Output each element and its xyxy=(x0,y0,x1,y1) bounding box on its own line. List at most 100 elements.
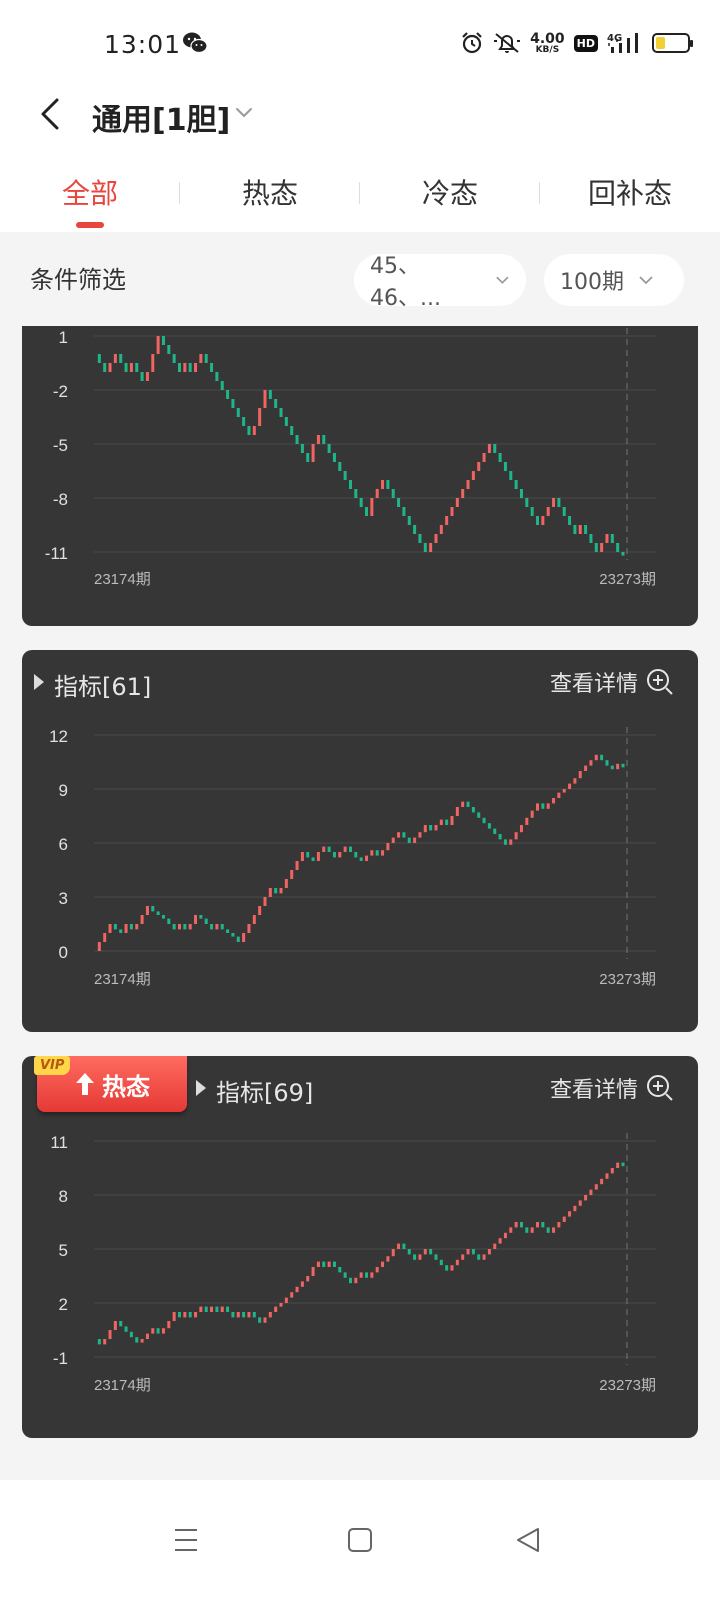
up-candle xyxy=(616,763,620,770)
up-candle xyxy=(135,924,139,930)
down-candle xyxy=(332,852,336,858)
up-candle xyxy=(541,516,545,525)
net-speed-value: 4.00 xyxy=(530,30,565,47)
down-candle xyxy=(338,1267,342,1273)
down-candle xyxy=(402,1243,406,1249)
up-candle xyxy=(536,803,540,811)
up-candle xyxy=(322,846,326,852)
chart-card: 指标[61] 查看详情 12 9 6 3 0 23174期 23273期 xyxy=(22,650,698,1032)
up-candle xyxy=(359,1272,363,1278)
up-candle xyxy=(236,1312,240,1318)
down-candle xyxy=(188,363,192,372)
up-candle xyxy=(455,807,459,816)
down-candle xyxy=(348,480,352,489)
tab-label: 回补态 xyxy=(587,177,672,210)
down-candle xyxy=(177,363,181,372)
up-candle xyxy=(568,1211,572,1217)
down-candle xyxy=(530,507,534,516)
tab-bar: 全部 热态 冷态 回补态 xyxy=(0,152,720,232)
x-end-label: 23273期 xyxy=(599,571,656,588)
up-candle xyxy=(370,498,374,516)
page-title[interactable]: 通用[1胆] xyxy=(92,95,230,139)
status-bar: 13:01 4.00 KB/S HD 4G xyxy=(0,0,720,86)
home-button[interactable] xyxy=(340,1520,380,1560)
down-candle xyxy=(397,498,401,507)
down-candle xyxy=(445,1265,449,1271)
back-button[interactable] xyxy=(30,94,70,134)
down-candle xyxy=(621,763,625,768)
down-candle xyxy=(161,915,165,919)
up-candle xyxy=(616,1162,620,1168)
down-candle xyxy=(525,1227,529,1233)
down-candle xyxy=(503,462,507,471)
down-candle xyxy=(407,837,411,843)
up-candle xyxy=(279,1303,283,1307)
y-tick-label: 5 xyxy=(59,1241,68,1260)
up-candle xyxy=(215,924,219,930)
down-candle xyxy=(172,924,176,930)
down-candle xyxy=(402,507,406,516)
up-candle xyxy=(103,1339,107,1345)
up-candle xyxy=(370,1272,374,1278)
up-candle xyxy=(605,534,609,543)
down-candle xyxy=(199,915,203,919)
period-dropdown[interactable]: 100期 xyxy=(544,254,684,306)
down-candle xyxy=(445,819,449,825)
tab-cold[interactable]: 冷态 xyxy=(360,152,540,232)
down-candle xyxy=(119,1321,123,1327)
x-end-label: 23273期 xyxy=(599,1377,656,1394)
up-candle xyxy=(557,1222,561,1228)
chevron-down-icon[interactable] xyxy=(234,106,254,120)
wechat-icon xyxy=(183,32,208,54)
up-candle xyxy=(413,837,417,843)
filter-label: 条件筛选 xyxy=(30,266,126,294)
up-candle xyxy=(311,444,315,462)
down-candle xyxy=(204,354,208,363)
down-candle xyxy=(557,498,561,507)
down-candle xyxy=(568,516,572,525)
system-back-button[interactable] xyxy=(508,1520,548,1560)
down-candle xyxy=(188,1312,192,1318)
up-candle xyxy=(381,1261,385,1267)
down-candle xyxy=(616,543,620,552)
down-candle xyxy=(322,1261,326,1267)
up-candle xyxy=(482,1254,486,1260)
down-candle xyxy=(589,534,593,543)
selection-dropdown[interactable]: 45、46、... xyxy=(354,254,526,311)
up-candle xyxy=(156,336,160,354)
down-candle xyxy=(386,480,390,489)
down-candle xyxy=(610,534,614,543)
down-candle xyxy=(242,417,246,426)
up-candle xyxy=(295,1286,299,1293)
up-candle xyxy=(258,408,262,426)
chevron-down-icon xyxy=(639,276,653,285)
up-candle xyxy=(183,363,187,372)
up-candle xyxy=(263,1317,267,1323)
down-candle xyxy=(226,929,230,933)
down-candle xyxy=(226,390,230,399)
up-candle xyxy=(210,1306,214,1312)
x-start-label: 23174期 xyxy=(94,1377,151,1394)
battery-icon xyxy=(652,33,693,53)
down-candle xyxy=(610,765,614,770)
up-candle xyxy=(573,778,577,784)
tab-rebound[interactable]: 回补态 xyxy=(540,152,720,232)
menu-button[interactable] xyxy=(166,1520,206,1560)
tab-all[interactable]: 全部 xyxy=(0,152,180,232)
up-candle xyxy=(471,471,475,480)
down-candle xyxy=(220,381,224,390)
up-candle xyxy=(316,435,320,444)
down-candle xyxy=(498,834,502,840)
x-start-label: 23174期 xyxy=(94,571,151,588)
up-candle xyxy=(145,1333,149,1339)
up-candle xyxy=(493,1243,497,1249)
y-tick-label: -2 xyxy=(53,382,68,401)
down-candle xyxy=(509,471,513,480)
up-candle xyxy=(578,1200,582,1206)
up-candle xyxy=(252,426,256,435)
y-tick-label: 11 xyxy=(50,1133,68,1152)
tab-hot[interactable]: 热态 xyxy=(180,152,360,232)
down-candle xyxy=(621,552,625,556)
down-candle xyxy=(156,911,160,915)
down-candle xyxy=(215,1306,219,1312)
